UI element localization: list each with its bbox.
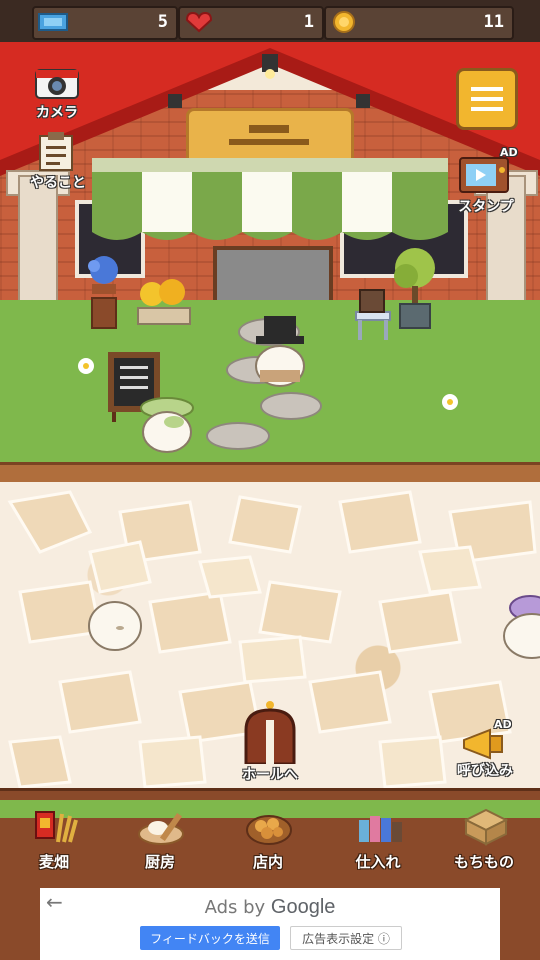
nav-kitchen[interactable]: 厨房 (110, 800, 210, 878)
ad-banner[interactable]: ← Ads by Google フィードバックを送信 広告表示設定 ⓘ (40, 888, 500, 960)
stamp-button[interactable]: AD スタンプ (450, 146, 522, 216)
box-icon (463, 808, 508, 846)
ad-settings-button[interactable]: 広告表示設定 ⓘ (290, 926, 402, 950)
wheat-field-icon (35, 811, 78, 843)
google-logo: Google (270, 896, 336, 918)
nav-label: もちもの (453, 853, 514, 871)
todo-label: やること (30, 175, 86, 191)
top-hat-customer[interactable] (250, 312, 310, 390)
coin-counter: 11 (324, 6, 514, 40)
walking-customer-purple-hat[interactable] (502, 592, 540, 662)
go-to-hall-label: ホールへ (242, 767, 298, 783)
ads-by-google: Ads by Google (40, 896, 500, 919)
nav-label: 店内 (252, 853, 283, 871)
invite-customers-button[interactable]: AD 呼び込み (448, 718, 522, 780)
stamp-label: スタンプ (458, 199, 514, 215)
nav-label: 仕入れ (355, 853, 401, 871)
clipboard-icon (39, 132, 73, 171)
white-flower (442, 394, 458, 410)
nav-label: 厨房 (144, 853, 175, 871)
blue-flower-stand (88, 256, 118, 329)
hamburger-menu-icon (471, 87, 503, 111)
go-to-hall-button[interactable]: ホールへ (234, 700, 306, 786)
heart-count: 1 (303, 12, 314, 32)
nav-wheat-field[interactable]: 麦畑 (4, 800, 104, 878)
coin-count: 11 (483, 12, 504, 32)
bread-tray-icon (246, 815, 292, 845)
invite-label: 呼び込み (457, 763, 513, 779)
heart-counter: 1 (178, 6, 324, 40)
tv-icon (459, 157, 509, 193)
nav-shop-interior[interactable]: 店内 (218, 800, 318, 878)
striped-awning (92, 158, 448, 240)
farmer-hat-customer[interactable] (136, 392, 198, 456)
stepping-stone (260, 392, 322, 420)
stepping-stone (206, 422, 270, 450)
ticket-icon (38, 13, 68, 31)
arched-door-icon (244, 701, 296, 764)
nav-label: 麦畑 (38, 853, 69, 871)
walking-customer[interactable] (86, 598, 144, 654)
camera-label: カメラ (36, 105, 78, 121)
yellow-flower-box (137, 279, 191, 325)
menu-button[interactable] (456, 68, 518, 130)
heart-icon (185, 11, 213, 33)
white-flower (78, 358, 94, 374)
ticket-count: 5 (157, 12, 168, 32)
nav-supplies[interactable]: 仕入れ (328, 800, 428, 878)
megaphone-icon (463, 728, 503, 760)
kitchen-icon (138, 812, 184, 845)
supplies-icon (359, 816, 402, 842)
ads-by-text: Ads by (204, 897, 266, 918)
coin-icon (333, 11, 355, 33)
camera-icon (35, 69, 79, 99)
resource-bar: 5 1 11 (0, 0, 540, 42)
todo-button[interactable]: やること (22, 132, 94, 192)
chair-with-bag (355, 289, 391, 340)
nav-belongings[interactable]: もちもの (434, 800, 534, 878)
camera-button[interactable]: カメラ (28, 66, 86, 122)
send-feedback-button[interactable]: フィードバックを送信 (140, 926, 280, 950)
ticket-counter: 5 (32, 6, 178, 40)
